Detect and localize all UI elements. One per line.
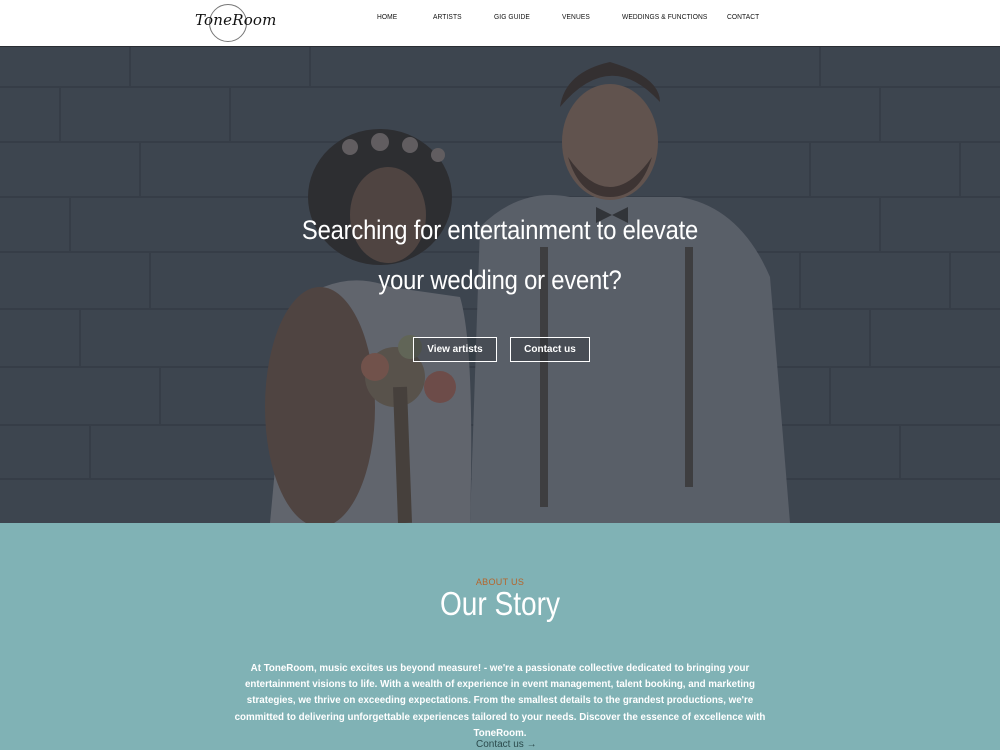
hero-title-line-2: your wedding or event? <box>378 265 622 295</box>
nav-contact[interactable]: CONTACT <box>727 14 759 21</box>
hero-title-line-1: Searching for entertainment to elevate <box>301 215 699 245</box>
nav-venues[interactable]: VENUES <box>562 14 590 21</box>
nav-artists[interactable]: ARTISTS <box>433 14 462 21</box>
nav-home[interactable]: HOME <box>377 14 397 21</box>
nav-gig-guide[interactable]: GIG GUIDE <box>494 14 530 21</box>
view-artists-button[interactable]: View artists <box>413 337 497 362</box>
about-title: Our Story <box>439 585 561 622</box>
about-section: ABOUT US Our Story At ToneRoom, music ex… <box>0 523 1000 750</box>
main-nav: HOME ARTISTS GIG GUIDE VENUES WEDDINGS &… <box>0 0 1000 47</box>
about-contact-link[interactable]: Contact us → <box>476 739 537 750</box>
contact-us-button[interactable]: Contact us <box>510 337 590 362</box>
hero-section: Searching for entertainment to elevate y… <box>0 47 1000 523</box>
nav-weddings-functions[interactable]: WEDDINGS & FUNCTIONS <box>622 14 707 21</box>
hero-title: Searching for entertainment to elevate y… <box>280 205 720 305</box>
site-header: ToneRoom HOME ARTISTS GIG GUIDE VENUES W… <box>0 0 1000 47</box>
about-body: At ToneRoom, music excites us beyond mea… <box>234 662 766 739</box>
